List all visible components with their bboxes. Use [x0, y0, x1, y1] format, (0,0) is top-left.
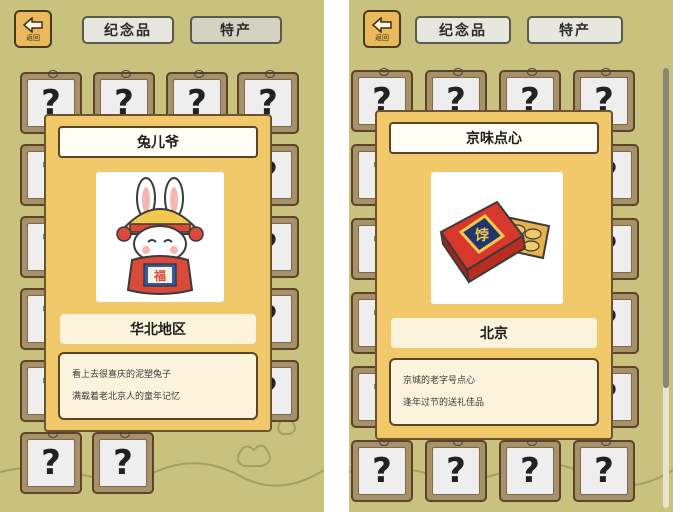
question-mark-icon: ?	[27, 439, 75, 487]
item-description: 京城的老字号点心 逢年过节的送礼佳品	[389, 358, 599, 426]
locked-item-card[interactable]: ?	[92, 430, 154, 494]
item-region: 华北地区	[60, 314, 256, 344]
item-detail-popup: 兔儿爷 福 华北地区 看上去很喜庆的泥塑兔子 满载着老北京人的童年记忆	[44, 114, 272, 432]
question-mark-icon: ?	[580, 447, 628, 495]
back-arrow-icon	[371, 16, 392, 33]
locked-item-card[interactable]: ?	[425, 438, 487, 502]
description-line: 逢年过节的送礼佳品	[403, 398, 485, 408]
description-line: 京城的老字号点心	[403, 376, 476, 386]
question-mark-icon: ?	[358, 447, 406, 495]
description-line: 看上去很喜庆的泥塑兔子	[72, 370, 172, 380]
locked-item-card[interactable]: ?	[351, 438, 413, 502]
item-title: 兔儿爷	[58, 126, 258, 158]
item-title: 京味点心	[389, 122, 599, 154]
back-button[interactable]: 返回	[363, 10, 401, 48]
back-arrow-icon	[22, 16, 43, 33]
badge-text: 福	[153, 268, 166, 283]
item-image: 福	[96, 172, 224, 302]
question-mark-icon: ?	[506, 447, 554, 495]
description-line: 满载着老北京人的童年记忆	[72, 392, 181, 402]
badge-text: 饽	[475, 227, 489, 244]
locked-item-card[interactable]: ?	[20, 430, 82, 494]
tab-specialty[interactable]: 特产	[527, 16, 623, 44]
tab-souvenir[interactable]: 纪念品	[82, 16, 174, 44]
back-label: 返回	[26, 33, 40, 42]
tab-specialty[interactable]: 特产	[190, 16, 282, 44]
item-region: 北京	[391, 318, 597, 348]
scrollbar[interactable]	[663, 68, 669, 508]
back-label: 返回	[375, 33, 389, 42]
question-mark-icon: ?	[432, 447, 480, 495]
rabbit-figurine-icon: 福	[116, 177, 204, 295]
item-detail-popup: 京味点心 饽 北京 京城的老字号点心 逢年过节的送礼佳品	[375, 110, 613, 440]
item-image: 饽	[431, 172, 563, 304]
locked-item-card[interactable]: ?	[573, 438, 635, 502]
back-button[interactable]: 返回	[14, 10, 52, 48]
right-screen: 返回 纪念品 特产 ? ? ? ? ? ? ? ? ? ? ? ? ? ? ? …	[349, 0, 673, 512]
left-screen: 返回 纪念品 特产 ? ? ? ? ? ? ? ? ? ? ? ? ? ? 兔儿…	[0, 0, 324, 512]
item-description: 看上去很喜庆的泥塑兔子 满载着老北京人的童年记忆	[58, 352, 258, 420]
tab-souvenir[interactable]: 纪念品	[415, 16, 511, 44]
question-mark-icon: ?	[99, 439, 147, 487]
pastry-box-icon: 饽	[439, 200, 551, 284]
locked-item-card[interactable]: ?	[499, 438, 561, 502]
scrollbar-thumb[interactable]	[663, 68, 669, 388]
